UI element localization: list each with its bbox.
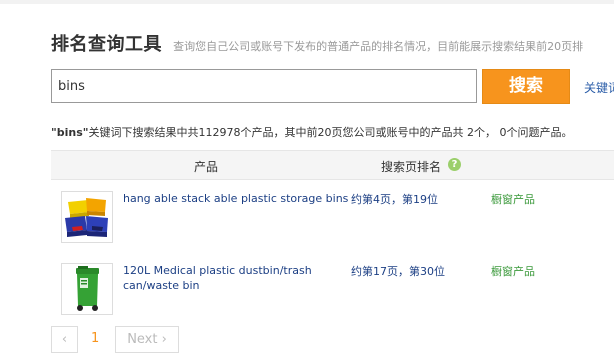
keyword-link[interactable]: 关键词: [584, 79, 614, 96]
search-input[interactable]: [51, 69, 477, 103]
summary-total: 112978: [198, 126, 241, 139]
summary-keyword: "bins": [51, 126, 89, 139]
product-thumbnail[interactable]: [61, 191, 113, 243]
page-header: 排名查询工具 查询您自己公司或账号下发布的普通产品的排名情况，目前能展示搜索结果…: [51, 30, 583, 56]
summary-issues: 0个问题产品。: [499, 126, 573, 139]
table-row: hang able stack able plastic storage bin…: [51, 189, 614, 249]
product-rank: 约第4页，第19位: [351, 193, 438, 206]
storage-bins-image: [62, 192, 112, 242]
summary-text-before: 关键词下搜索结果中共: [88, 126, 199, 139]
summary-text-after: ，: [485, 126, 496, 139]
page-subtitle: 查询您自己公司或账号下发布的普通产品的排名情况，目前能展示搜索结果前20页排: [173, 40, 584, 53]
page-title: 排名查询工具: [51, 34, 162, 55]
product-name-link[interactable]: hang able stack able plastic storage bin…: [123, 191, 353, 206]
table-header: 产品 搜索页排名 ?: [51, 150, 614, 180]
result-summary: "bins"关键词下搜索结果中共112978个产品，其中前20页您公司或账号中的…: [51, 124, 573, 140]
product-rank: 约第17页，第30位: [351, 265, 445, 278]
product-type-badge: 橱窗产品: [491, 193, 535, 206]
help-icon[interactable]: ?: [448, 158, 461, 171]
current-page-number[interactable]: 1: [91, 331, 99, 346]
column-header-product: 产品: [194, 160, 219, 174]
column-header-rank: 搜索页排名: [381, 160, 442, 174]
product-thumbnail[interactable]: [61, 263, 113, 315]
table-row: 120L Medical plastic dustbin/trash can/w…: [51, 261, 614, 321]
summary-text-middle: 个产品，其中前20页您公司或账号中的产品共: [240, 126, 464, 139]
summary-count: 2个: [467, 126, 485, 139]
top-divider: [0, 0, 614, 4]
product-type-badge: 橱窗产品: [491, 265, 535, 278]
trash-can-image: [62, 264, 112, 314]
previous-page-button[interactable]: ‹: [51, 326, 78, 353]
next-page-button[interactable]: Next ›: [115, 326, 179, 353]
search-button[interactable]: 搜索: [482, 69, 570, 104]
product-name-link[interactable]: 120L Medical plastic dustbin/trash can/w…: [123, 263, 353, 293]
